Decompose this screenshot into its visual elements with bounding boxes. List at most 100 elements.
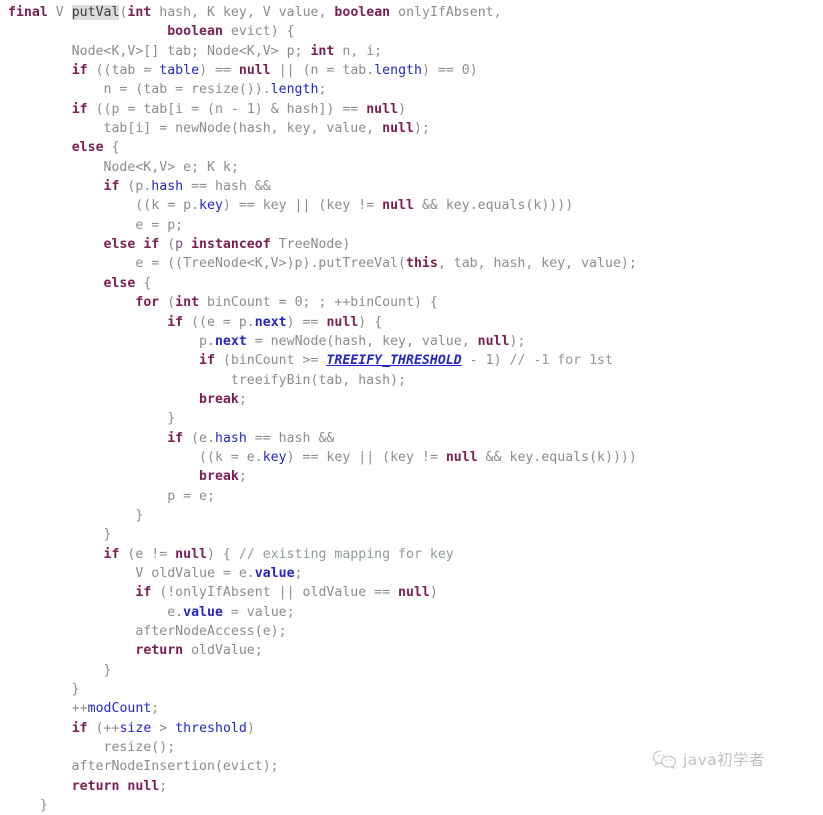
code-token-plain: } xyxy=(8,411,176,427)
code-token-field: key xyxy=(199,198,223,214)
code-token-plain: ((tab = xyxy=(95,63,160,79)
code-token-field: size xyxy=(119,720,160,736)
code-token-num: 0 xyxy=(461,63,470,79)
code-token-plain: } xyxy=(8,527,112,543)
code-token-local: p xyxy=(175,237,192,253)
code-line: afterNodeAccess(e); xyxy=(8,622,823,641)
code-line: ((k = e.key) == key || (key != null && k… xyxy=(8,448,823,467)
code-token-kw: if xyxy=(135,585,160,601)
code-token-plain: ((k = e. xyxy=(8,449,263,465)
code-token-plain: e = ((TreeNode<K,V>)p).putTreeVal( xyxy=(8,256,406,272)
code-token-plain: ++ xyxy=(8,701,88,717)
code-token-plain: ; xyxy=(151,701,160,717)
code-line: if (binCount >= TREEIFY_THRESHOLD - 1) /… xyxy=(8,351,823,370)
code-line: } xyxy=(8,796,823,815)
code-token-kw: null xyxy=(382,121,414,137)
code-token-kw: null xyxy=(382,198,422,214)
code-line: else { xyxy=(8,274,823,293)
code-token-plain: (e. xyxy=(191,430,215,446)
code-line: if ((p = tab[i = (n - 1) & hash]) == nul… xyxy=(8,100,823,119)
code-line: afterNodeInsertion(evict); xyxy=(8,757,823,776)
code-line: treeifyBin(tab, hash); xyxy=(8,371,823,390)
code-token-kw: else if xyxy=(103,237,168,253)
code-line: } xyxy=(8,506,823,525)
code-line: resize(); xyxy=(8,738,823,757)
code-token-kw: break xyxy=(199,469,239,485)
code-token-plain: ; xyxy=(318,82,327,98)
code-line: Node<K,V> e; K k; xyxy=(8,158,823,177)
code-token-kw: break xyxy=(199,391,239,407)
code-token-plain: p = e; xyxy=(8,488,215,504)
code-line: if (p.hash == hash && xyxy=(8,177,823,196)
code-line: } xyxy=(8,680,823,699)
code-token-plain: onlyIfAbsent xyxy=(398,5,494,20)
code-token-field: length xyxy=(374,63,422,79)
code-line: else { xyxy=(8,138,823,157)
code-token-plain: , tab, hash, key, value); xyxy=(437,256,637,272)
code-line: e.value = value; xyxy=(8,603,823,622)
code-line: boolean evict) { xyxy=(8,22,823,41)
code-token-plain: (binCount >= xyxy=(222,353,327,369)
code-token-kw: null xyxy=(366,101,399,117)
code-token-plain: afterNodeInsertion(evict); xyxy=(8,759,279,775)
code-token-kw: else xyxy=(71,140,112,156)
code-token-plain: && key.equals(k)))) xyxy=(421,198,574,214)
code-line: if (e != null) { // existing mapping for… xyxy=(8,545,823,564)
code-token-plain: ((p = tab[i = (n - xyxy=(95,101,247,117)
code-content[interactable]: final V putVal(int hash, K key, V value,… xyxy=(8,3,823,815)
code-line: e = p; xyxy=(8,216,823,235)
code-token-plain: ((k = p. xyxy=(8,198,200,214)
code-line: ++modCount; xyxy=(8,699,823,718)
code-token-kw: null xyxy=(445,449,486,465)
code-token-field-b: value xyxy=(254,565,295,581)
code-token-kw: null xyxy=(326,314,359,330)
code-token-plain: n, i; xyxy=(342,43,383,59)
code-token-plain: Node<K,V> e; K k; xyxy=(8,159,239,175)
code-token-plain: , xyxy=(493,5,502,20)
code-token-plain: (p. xyxy=(127,179,152,195)
code-token-plain: ; xyxy=(294,565,303,581)
code-token-field: table xyxy=(159,63,200,79)
code-line: n = (tab = resize()).length; xyxy=(8,80,823,99)
code-token-num: 1 xyxy=(246,101,255,117)
code-token-kw: final xyxy=(8,5,56,20)
code-token-plain: (!onlyIfAbsent || oldValue == xyxy=(159,585,399,601)
code-token-kw: if xyxy=(103,546,128,562)
code-token-kw: if xyxy=(167,430,192,446)
code-token-plain: e = p; xyxy=(8,217,184,233)
code-token-plain: ) { xyxy=(358,314,383,330)
code-viewer[interactable]: final V putVal(int hash, K key, V value,… xyxy=(0,0,823,813)
code-token-field-b: next xyxy=(214,333,255,349)
code-token-plain: || (n = tab. xyxy=(278,63,375,79)
code-token-plain: TreeNode) xyxy=(278,237,351,253)
code-token-plain: ) xyxy=(469,63,478,79)
code-token-plain: treeifyBin(tab, hash); xyxy=(8,372,406,388)
code-token-kw: else xyxy=(103,275,144,291)
code-token-plain: , xyxy=(318,5,335,20)
code-token-plain: , xyxy=(246,5,263,20)
code-line: ((k = p.key) == key || (key != null && k… xyxy=(8,196,823,215)
code-line: p = e; xyxy=(8,487,823,506)
code-token-plain: Node<K,V>[] tab; Node<K,V> p; xyxy=(8,43,311,59)
code-line: return null; xyxy=(8,777,823,796)
code-token-plain: ; ; ++binCount) { xyxy=(302,295,438,311)
code-token-kw: return xyxy=(71,778,128,794)
code-line: e = ((TreeNode<K,V>)p).putTreeVal(this, … xyxy=(8,254,823,273)
code-token-plain: } xyxy=(8,798,48,814)
code-token-field-b: value xyxy=(183,604,231,620)
code-token-plain: V oldValue = e. xyxy=(8,565,255,581)
code-token-plain: , xyxy=(191,5,208,20)
